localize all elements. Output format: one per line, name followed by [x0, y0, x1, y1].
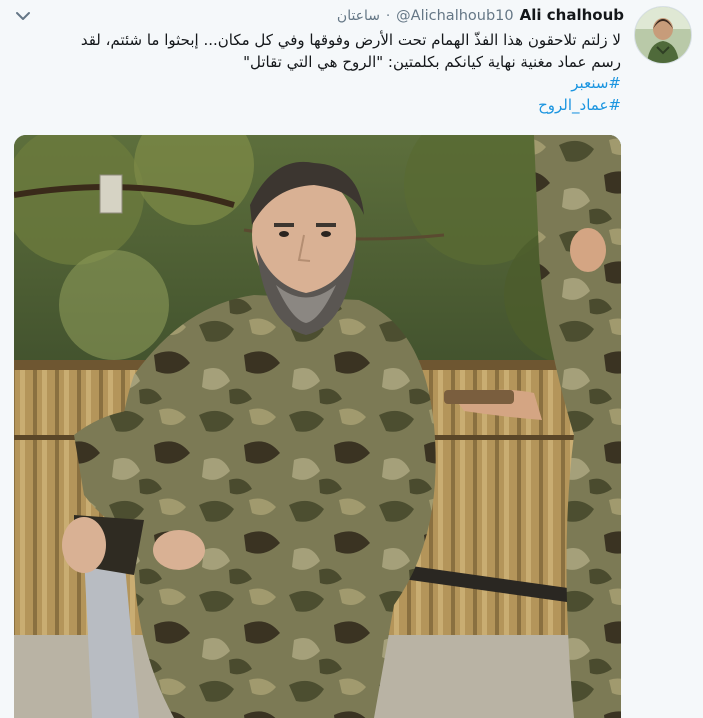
tweet-header: ساعتان · @Alichalhoub10 Ali chalhoub — [337, 6, 624, 26]
hashtag-link[interactable]: #سنعبر — [21, 73, 621, 95]
separator-dot: · — [386, 9, 391, 24]
author-name[interactable]: Ali chalhoub — [520, 6, 624, 24]
hashtag-link[interactable]: #عماد_الروح — [21, 95, 621, 117]
author-handle[interactable]: @Alichalhoub10 — [396, 8, 513, 24]
chevron-down-icon[interactable] — [14, 8, 32, 22]
user-avatar[interactable] — [634, 6, 692, 64]
tweet-time[interactable]: ساعتان — [337, 8, 380, 24]
tweet-card: ساعتان · @Alichalhoub10 Ali chalhoub لا … — [0, 0, 703, 718]
tweet-text-line: رسم عماد مغنية نهاية كيانكم بكلمتين: "ال… — [243, 52, 621, 71]
tweet-photo[interactable] — [14, 135, 621, 718]
tweet-text: لا زلتم تلاحقون هذا الفذّ الهمام تحت الأ… — [21, 30, 621, 116]
tweet-text-line: لا زلتم تلاحقون هذا الفذّ الهمام تحت الأ… — [80, 31, 621, 49]
